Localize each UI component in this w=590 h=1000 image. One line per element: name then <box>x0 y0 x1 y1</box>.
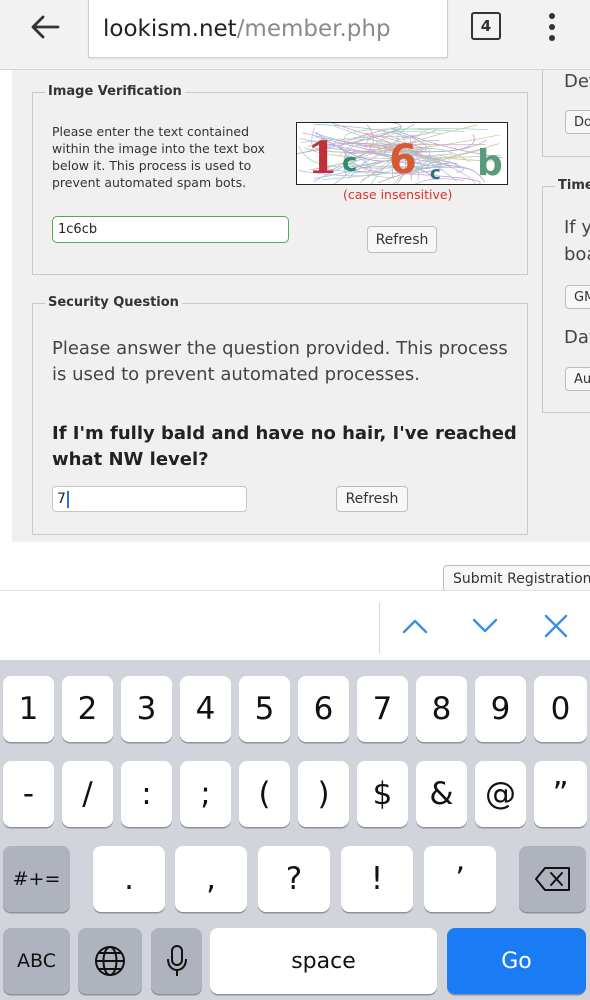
key-at[interactable]: @ <box>475 761 526 827</box>
key-semicolon[interactable]: ; <box>180 761 231 827</box>
accessory-divider <box>379 603 380 653</box>
key-colon[interactable]: : <box>121 761 172 827</box>
timezone-legend: Time Z <box>555 178 590 193</box>
url-path: /member.php <box>236 15 391 42</box>
key-8[interactable]: 8 <box>416 676 467 742</box>
back-button[interactable] <box>22 10 68 44</box>
key-comma[interactable]: , <box>175 846 247 912</box>
previous-field-chevron-up-icon[interactable] <box>400 611 430 641</box>
key-abc[interactable]: ABC <box>3 928 70 994</box>
security-question-section: Security Question Please answer the ques… <box>32 295 528 535</box>
security-question-instructions: Please answer the question provided. Thi… <box>52 338 508 385</box>
timezone-select[interactable]: GMT <box>565 285 590 309</box>
close-keyboard-icon[interactable] <box>541 611 571 641</box>
text-caret <box>66 490 69 508</box>
key-2[interactable]: 2 <box>62 676 113 742</box>
backspace-icon <box>534 867 570 891</box>
svg-text:b: b <box>477 143 503 184</box>
key-space[interactable]: space <box>210 928 437 994</box>
key-period[interactable]: . <box>93 846 165 912</box>
key-ampersand[interactable]: & <box>416 761 467 827</box>
key-open-paren[interactable]: ( <box>239 761 290 827</box>
url-host: lookism.net <box>103 15 237 42</box>
svg-text:6: 6 <box>389 137 417 183</box>
security-question-legend: Security Question <box>45 295 182 310</box>
key-close-paren[interactable]: ) <box>298 761 349 827</box>
key-4[interactable]: 4 <box>180 676 231 742</box>
svg-text:1: 1 <box>307 133 338 184</box>
default-options-section: Defa Do n <box>542 70 590 157</box>
captcha-graphic: 1 c 6 c b <box>297 123 504 184</box>
on-screen-keyboard: 1 2 3 4 5 6 7 8 9 0 - / : ; ( ) $ & @ ” … <box>0 660 590 1000</box>
tab-switcher-button[interactable]: 4 <box>471 12 501 40</box>
timezone-text-2: boar <box>564 244 590 265</box>
image-verification-instructions: Please enter the text contained within t… <box>52 124 265 190</box>
daylight-select[interactable]: Auto <box>565 367 590 391</box>
back-arrow-icon <box>31 15 60 39</box>
key-dictation[interactable] <box>151 928 202 994</box>
key-0[interactable]: 0 <box>534 676 587 742</box>
key-3[interactable]: 3 <box>121 676 172 742</box>
next-field-chevron-down-icon[interactable] <box>470 611 500 641</box>
key-go[interactable]: Go <box>447 928 586 994</box>
globe-icon <box>95 946 125 976</box>
key-symbols[interactable]: #+= <box>3 846 70 912</box>
security-answer-input[interactable]: 7 <box>52 486 247 512</box>
key-1[interactable]: 1 <box>3 676 54 742</box>
security-refresh-button[interactable]: Refresh <box>336 486 408 512</box>
key-exclamation[interactable]: ! <box>341 846 413 912</box>
keyboard-accessory-bar <box>0 590 590 660</box>
captcha-image: 1 c 6 c b <box>296 122 508 185</box>
case-insensitive-note: (case insensitive) <box>343 187 453 202</box>
timezone-text-1: If yo <box>564 217 590 238</box>
svg-text:c: c <box>342 148 357 178</box>
key-slash[interactable]: / <box>62 761 113 827</box>
captcha-noise-line <box>354 170 481 184</box>
key-7[interactable]: 7 <box>357 676 408 742</box>
key-hyphen[interactable]: - <box>3 761 54 827</box>
security-question-text: If I'm fully bald and have no hair, I've… <box>52 423 517 470</box>
key-6[interactable]: 6 <box>298 676 349 742</box>
daylight-label: Dayl <box>564 327 590 348</box>
security-answer-value: 7 <box>57 491 66 507</box>
captcha-input[interactable]: 1c6cb <box>52 216 289 243</box>
submit-registration-button[interactable]: Submit Registration <box>443 565 590 590</box>
page-content: Image Verification Please enter the text… <box>0 70 590 590</box>
overflow-menu-icon[interactable] <box>540 10 564 44</box>
key-quote[interactable]: ” <box>534 761 587 827</box>
microphone-icon <box>166 945 187 976</box>
default-select[interactable]: Do n <box>565 110 590 134</box>
key-dollar[interactable]: $ <box>357 761 408 827</box>
key-9[interactable]: 9 <box>475 676 526 742</box>
captcha-refresh-button[interactable]: Refresh <box>367 226 437 253</box>
image-verification-section: Image Verification Please enter the text… <box>32 84 528 275</box>
key-apostrophe[interactable]: ’ <box>424 846 496 912</box>
browser-toolbar: lookism.net/member.php 4 <box>0 0 590 70</box>
registration-form: Image Verification Please enter the text… <box>12 70 590 542</box>
key-5[interactable]: 5 <box>239 676 290 742</box>
image-verification-legend: Image Verification <box>45 84 185 99</box>
timezone-section: Time Z If yo boar GMT Dayl Auto <box>542 178 590 413</box>
key-backspace[interactable] <box>519 846 586 912</box>
key-question[interactable]: ? <box>258 846 330 912</box>
address-bar[interactable]: lookism.net/member.php <box>88 0 448 58</box>
key-globe[interactable] <box>78 928 142 994</box>
svg-text:c: c <box>430 163 441 184</box>
default-label: Defa <box>564 71 590 92</box>
